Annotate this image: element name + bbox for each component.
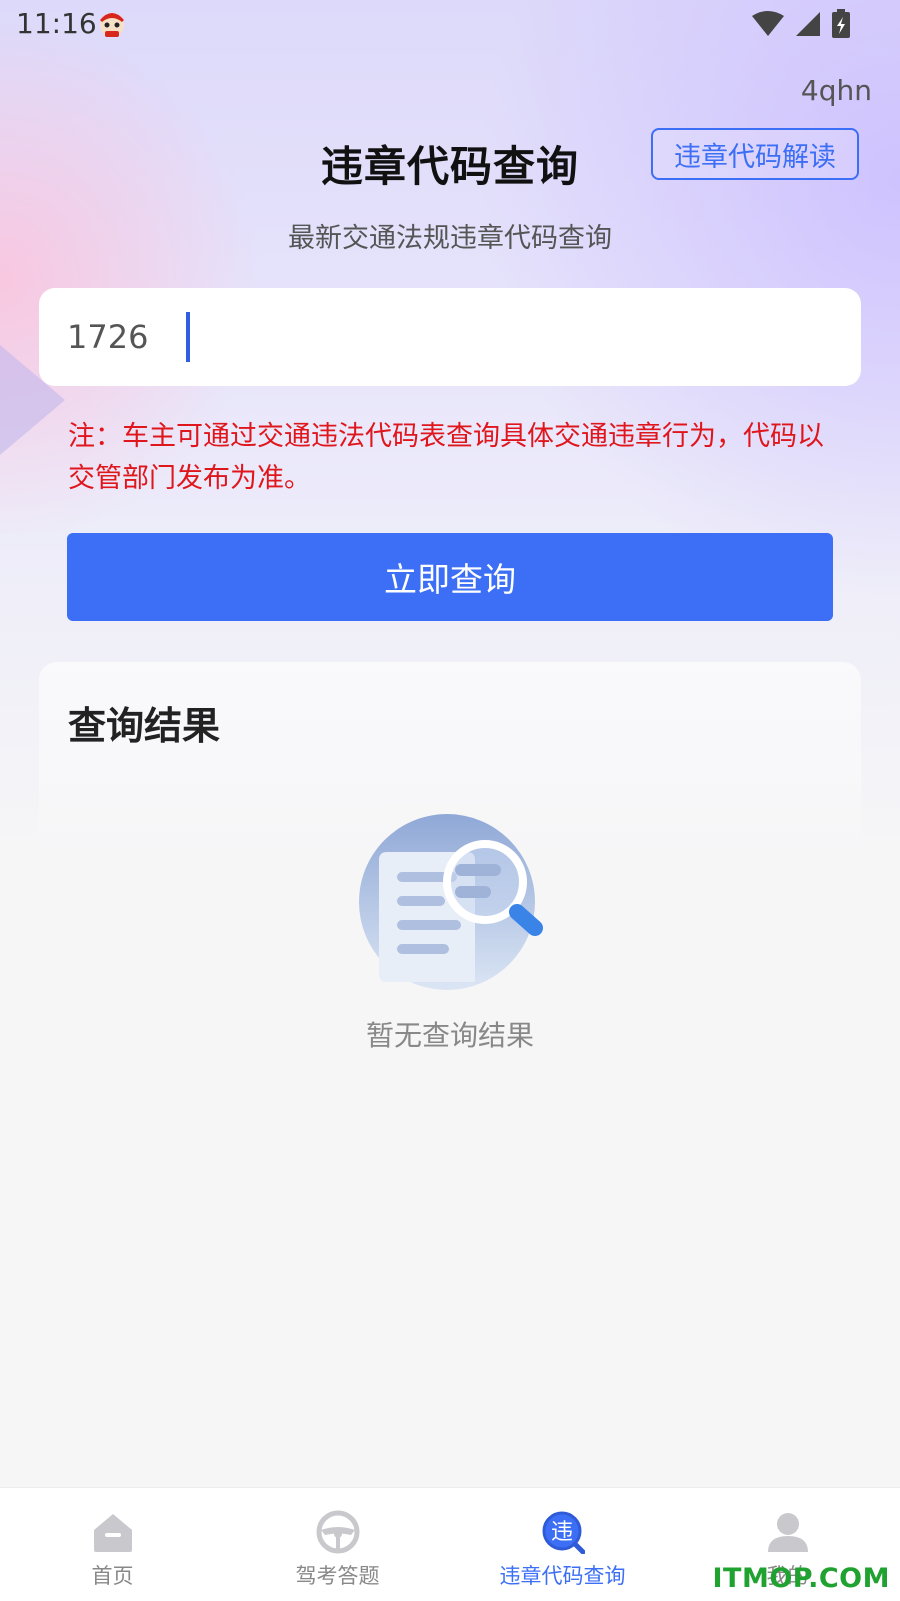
tab-icon-text: 违 (551, 1520, 573, 1545)
text-cursor (186, 312, 190, 362)
tab-label: 首页 (91, 1564, 134, 1588)
cell-signal-icon (796, 12, 820, 36)
status-bar: 11:16 (0, 0, 900, 50)
notice-text: 注：车主可通过交通违法代码表查询具体交通违章行为，代码以交管部门发布为准。 (68, 421, 824, 494)
explain-code-button[interactable]: 违章代码解读 (651, 128, 859, 180)
watermark: ITMOP.COM (712, 1563, 890, 1594)
empty-result-text: 暂无查询结果 (365, 1019, 534, 1052)
status-time: 11:16 (16, 7, 97, 40)
result-title: 查询结果 (68, 704, 221, 748)
tab-violation-query[interactable]: 违 违章代码查询 (450, 1488, 675, 1601)
tab-home[interactable]: 首页 (0, 1488, 225, 1601)
code-search-input[interactable] (67, 308, 827, 366)
code-label: 4qhn (800, 74, 872, 107)
home-icon (94, 1514, 132, 1552)
steering-wheel-icon (316, 1510, 360, 1554)
query-button[interactable]: 立即查询 (67, 533, 833, 621)
app-notification-icon (100, 13, 124, 37)
tab-label: 违章代码查询 (499, 1564, 626, 1588)
empty-search-icon (359, 814, 543, 990)
status-icons (752, 9, 850, 38)
page-subtitle: 最新交通法规违章代码查询 (288, 223, 612, 254)
search-box (39, 288, 861, 386)
violation-search-icon: 违 (542, 1511, 585, 1554)
user-icon (768, 1513, 808, 1552)
wifi-icon (752, 11, 784, 36)
result-card: 查询结果 暂无查询结果 (39, 662, 861, 1082)
tab-driving-quiz[interactable]: 驾考答题 (225, 1488, 450, 1601)
tab-label: 驾考答题 (295, 1564, 380, 1588)
